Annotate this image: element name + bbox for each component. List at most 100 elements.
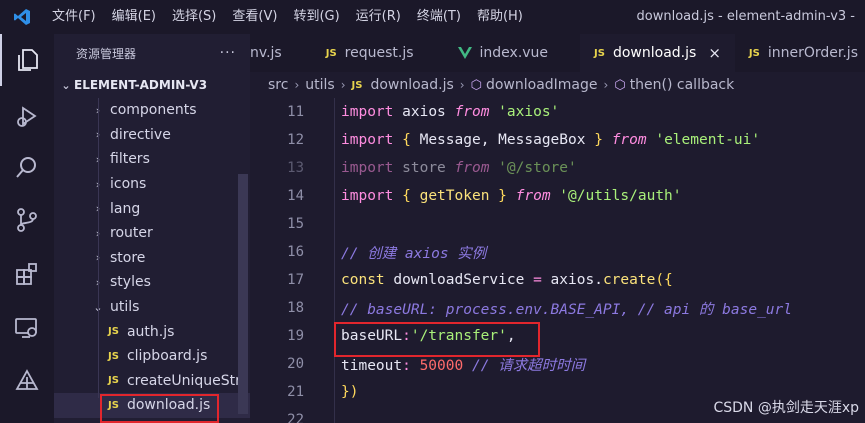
tab-label: nv.js bbox=[250, 45, 282, 61]
line-number: 16 bbox=[287, 244, 304, 260]
line-number: 22 bbox=[287, 412, 304, 423]
menu-go[interactable]: 转到(G) bbox=[285, 0, 347, 34]
explorer-sidebar: 资源管理器 ··· ⌄ ELEMENT-ADMIN-V3 ›components… bbox=[54, 34, 250, 423]
folder-lang[interactable]: ›lang bbox=[54, 196, 250, 221]
folder-store[interactable]: ›store bbox=[54, 246, 250, 271]
line-number: 17 bbox=[287, 272, 304, 288]
extensions-icon[interactable] bbox=[0, 248, 54, 300]
tab-bar: nv.js JS request.js index.vue JS download.… bbox=[250, 34, 865, 72]
folder-label: components bbox=[110, 102, 197, 119]
code-line: 15 bbox=[250, 210, 865, 238]
breadcrumb-utils[interactable]: utils bbox=[305, 77, 334, 93]
token-keyword: from bbox=[454, 104, 490, 120]
chevron-right-icon: › bbox=[294, 78, 300, 92]
folder-label: directive bbox=[110, 126, 171, 143]
method-cube-icon: ⬡ bbox=[614, 77, 626, 93]
code-line: 14 import { getToken } from '@/utils/aut… bbox=[250, 182, 865, 210]
token-brace: } bbox=[594, 132, 603, 148]
token-keyword: from bbox=[454, 160, 490, 176]
folder-utils[interactable]: ⌄utils bbox=[54, 295, 250, 320]
token-identifier: store bbox=[402, 160, 446, 176]
line-number: 21 bbox=[287, 384, 304, 400]
breadcrumb-file[interactable]: download.js bbox=[370, 77, 453, 93]
token-brace: }) bbox=[341, 384, 359, 400]
token-function: create bbox=[602, 272, 656, 288]
menu-help[interactable]: 帮助(H) bbox=[469, 0, 531, 34]
token-identifier: Message bbox=[419, 132, 481, 148]
file-tree: ›components ›directive ›filters ›icons ›… bbox=[54, 98, 250, 418]
title-bar: 文件(F) 编辑(E) 选择(S) 查看(V) 转到(G) 运行(R) 终端(T… bbox=[0, 0, 865, 34]
tab-download-js[interactable]: JS download.js × bbox=[580, 34, 735, 72]
folder-filters[interactable]: ›filters bbox=[54, 147, 250, 172]
token-comment: // 请求超时时间 bbox=[471, 357, 586, 374]
tab-index-vue[interactable]: index.vue bbox=[428, 34, 563, 72]
token-comment: // baseURL: process.env.BASE_API, // api… bbox=[341, 301, 792, 318]
token-identifier: MessageBox bbox=[498, 132, 586, 148]
code-line: 12 import { Message, MessageBox } from '… bbox=[250, 126, 865, 154]
token-number: 50000 bbox=[419, 357, 464, 374]
folder-styles[interactable]: ›styles bbox=[54, 270, 250, 295]
vscode-logo-icon bbox=[0, 0, 44, 34]
remote-explorer-icon[interactable] bbox=[0, 302, 54, 354]
token-keyword: import bbox=[341, 104, 394, 120]
menu-edit[interactable]: 编辑(E) bbox=[104, 0, 164, 34]
file-createuniquestring-js[interactable]: JS createUniqueStri... bbox=[54, 369, 250, 394]
menu-view[interactable]: 查看(V) bbox=[224, 0, 285, 34]
sidebar-scrollbar[interactable] bbox=[238, 174, 248, 414]
code-line: 13 import store from '@/store' bbox=[250, 154, 865, 182]
folder-directive[interactable]: ›directive bbox=[54, 123, 250, 148]
file-label: createUniqueStri... bbox=[126, 372, 250, 389]
js-file-icon: JS bbox=[108, 375, 119, 387]
search-icon[interactable] bbox=[0, 142, 54, 194]
code-line: 16 // 创建 axios 实例 bbox=[250, 238, 865, 266]
token-property: timeout bbox=[341, 357, 403, 374]
token-string: 'axios' bbox=[498, 104, 560, 120]
tab-label: index.vue bbox=[479, 45, 549, 61]
breadcrumb-function[interactable]: downloadImage bbox=[486, 77, 598, 93]
token-identifier: axios bbox=[402, 104, 446, 120]
source-control-icon[interactable] bbox=[0, 194, 54, 246]
code-area[interactable]: 11 import axios from 'axios' 12 import {… bbox=[250, 98, 865, 423]
menu-file[interactable]: 文件(F) bbox=[44, 0, 104, 34]
run-debug-icon[interactable] bbox=[0, 90, 54, 142]
folder-label: styles bbox=[110, 274, 151, 291]
tab-innerorder-js[interactable]: JS innerOrder.js bbox=[735, 34, 865, 72]
highlight-box-download-file bbox=[100, 394, 219, 423]
breadcrumb-src[interactable]: src bbox=[268, 77, 288, 93]
more-actions-icon[interactable]: ··· bbox=[220, 45, 236, 61]
code-line: 18 // baseURL: process.env.BASE_API, // … bbox=[250, 294, 865, 322]
menu-run[interactable]: 运行(R) bbox=[348, 0, 409, 34]
js-file-icon: JS bbox=[108, 326, 119, 338]
token-operator: = bbox=[533, 272, 542, 288]
menu-selection[interactable]: 选择(S) bbox=[164, 0, 224, 34]
folder-label: store bbox=[110, 249, 146, 266]
tab-env-js[interactable]: nv.js bbox=[250, 34, 312, 72]
explorer-icon[interactable] bbox=[0, 34, 54, 86]
menu-bar: 文件(F) 编辑(E) 选择(S) 查看(V) 转到(G) 运行(R) 终端(T… bbox=[44, 0, 531, 34]
token-brace: ({ bbox=[655, 272, 673, 288]
folder-components[interactable]: ›components bbox=[54, 98, 250, 123]
chevron-right-icon: › bbox=[603, 78, 609, 92]
token-brace: { bbox=[402, 188, 411, 204]
line-number: 11 bbox=[287, 104, 304, 120]
breadcrumb: src › utils › JS download.js › ⬡ downloa… bbox=[250, 72, 865, 98]
js-file-icon: JS bbox=[594, 47, 605, 59]
menu-terminal[interactable]: 终端(T) bbox=[409, 0, 469, 34]
token-comma: , bbox=[480, 132, 490, 148]
close-icon[interactable]: × bbox=[708, 44, 721, 62]
file-clipboard-js[interactable]: JS clipboard.js bbox=[54, 344, 250, 369]
project-root[interactable]: ⌄ ELEMENT-ADMIN-V3 bbox=[54, 72, 250, 98]
folder-router[interactable]: ›router bbox=[54, 221, 250, 246]
folder-label: icons bbox=[110, 176, 147, 193]
breadcrumb-callback[interactable]: then() callback bbox=[630, 77, 735, 93]
code-line: 17 const downloadService = axios.create(… bbox=[250, 266, 865, 294]
file-auth-js[interactable]: JS auth.js bbox=[54, 319, 250, 344]
tab-request-js[interactable]: JS request.js bbox=[312, 34, 428, 72]
folder-icons[interactable]: ›icons bbox=[54, 172, 250, 197]
js-file-icon: JS bbox=[748, 47, 760, 59]
file-label: clipboard.js bbox=[126, 348, 208, 365]
highlight-box-baseurl bbox=[334, 322, 540, 357]
explorer-title: 资源管理器 bbox=[76, 46, 137, 61]
git-graph-icon[interactable] bbox=[0, 356, 54, 408]
method-cube-icon: ⬡ bbox=[470, 77, 482, 93]
